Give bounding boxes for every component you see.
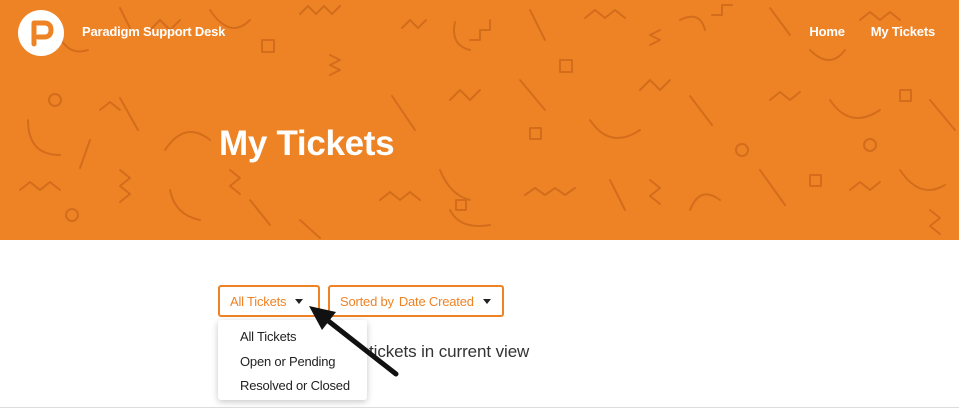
dropdown-option-resolved-or-closed[interactable]: Resolved or Closed [218,374,367,399]
status-filter-label: All Tickets [230,293,287,309]
sort-button[interactable]: Sorted by Date Created [328,285,504,317]
status-filter-dropdown: All Tickets Open or Pending Resolved or … [218,320,367,400]
brand-name[interactable]: Paradigm Support Desk [82,24,225,39]
dropdown-option-all-tickets[interactable]: All Tickets [218,325,367,350]
nav-home-link[interactable]: Home [809,24,845,39]
status-filter-button[interactable]: All Tickets [218,285,320,317]
top-nav: Home My Tickets [809,24,935,39]
caret-down-icon [482,298,491,304]
dropdown-option-open-or-pending[interactable]: Open or Pending [218,350,367,375]
page-title: My Tickets [219,124,395,163]
content-divider [0,407,959,408]
paradigm-logo-icon[interactable] [18,10,64,56]
sort-value-label: Date Created [398,293,474,309]
caret-down-icon [295,298,304,304]
nav-my-tickets-link[interactable]: My Tickets [871,24,935,39]
empty-tickets-message: y tickets in current view [356,342,530,361]
sort-prefix-label: Sorted by [340,293,394,309]
hero-banner: Paradigm Support Desk Home My Tickets My… [0,0,959,240]
